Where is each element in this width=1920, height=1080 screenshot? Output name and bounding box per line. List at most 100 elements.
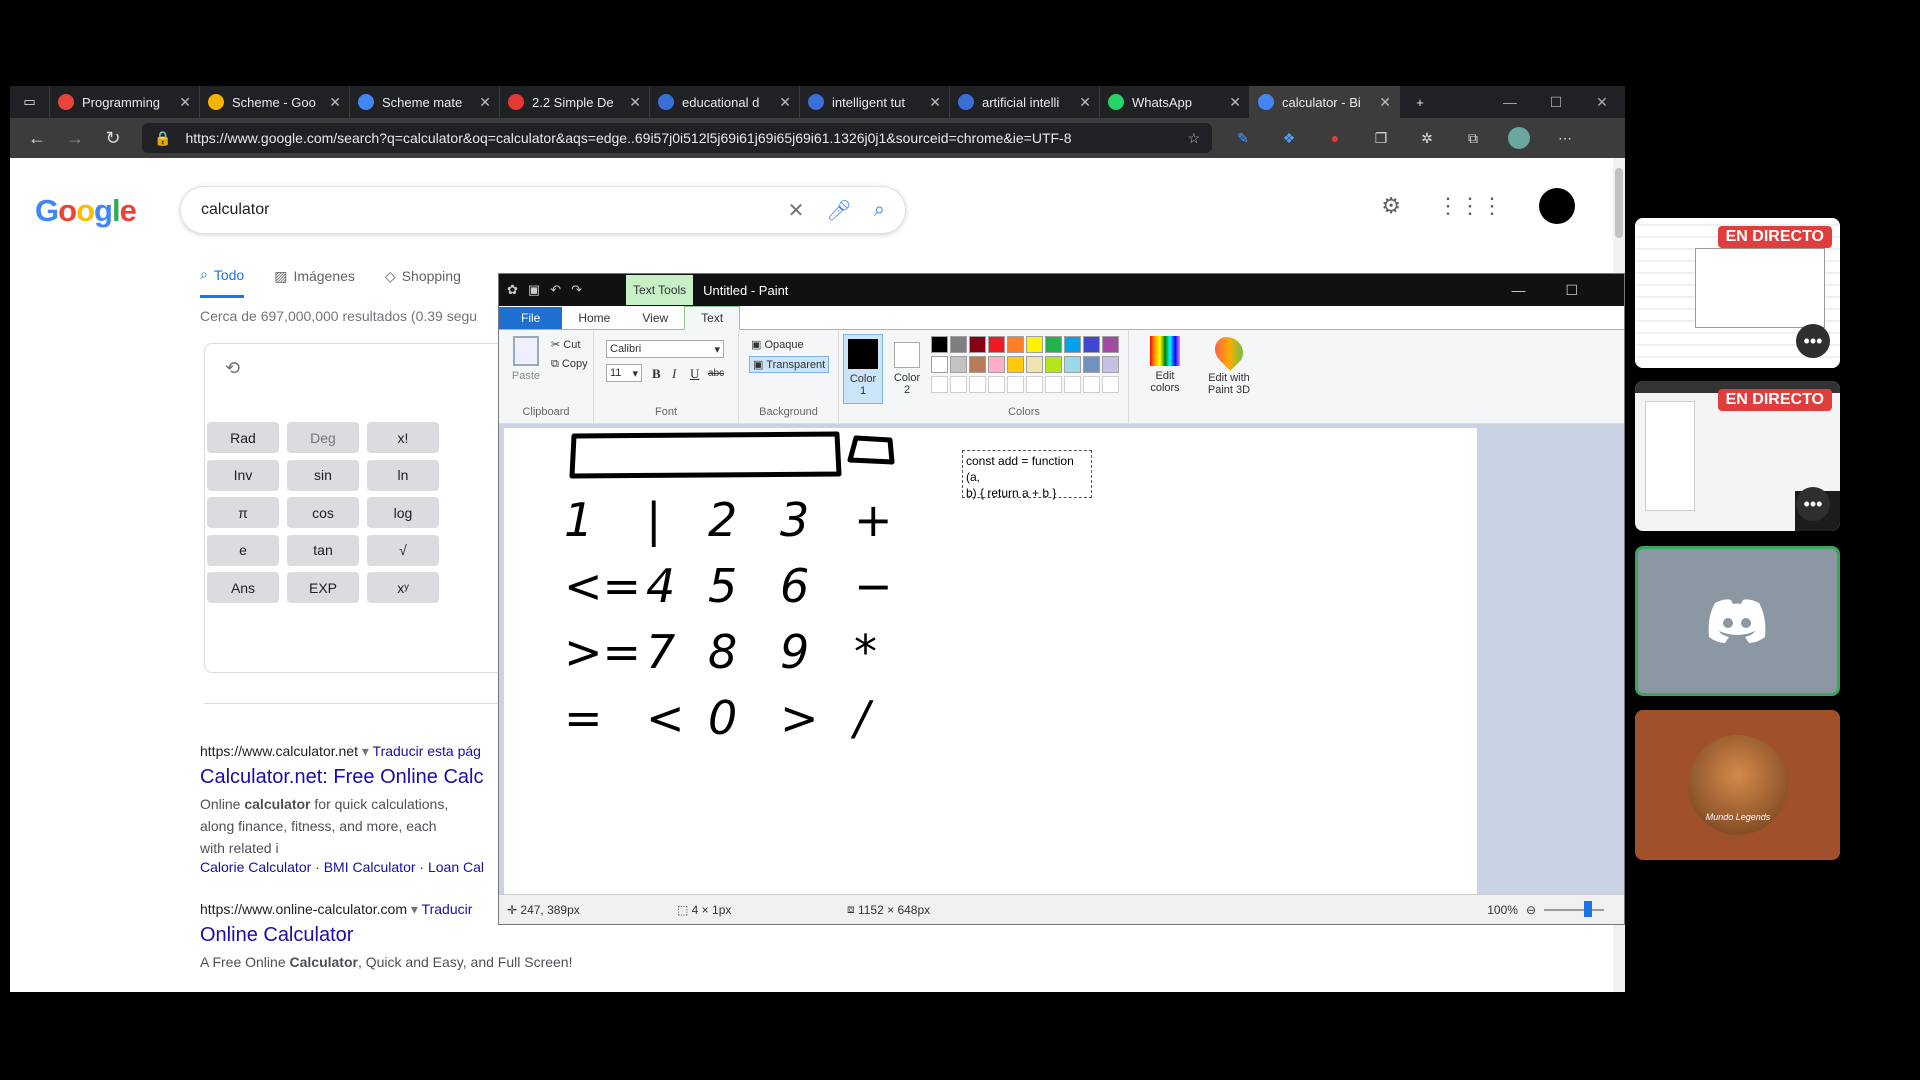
search-tab[interactable]: ▨ Imágenes <box>274 266 355 298</box>
back-icon[interactable]: ← <box>18 128 56 149</box>
edit-with-paint3d-button[interactable]: Edit with Paint 3D <box>1199 331 1259 396</box>
browser-tab[interactable]: Programming ✕ <box>50 86 200 118</box>
gear-icon[interactable]: ⚙ <box>1381 193 1401 219</box>
palette-swatch[interactable] <box>1064 376 1081 393</box>
extension-icon[interactable]: ● <box>1320 128 1350 148</box>
paint-app-icon[interactable]: ✿ <box>507 282 518 298</box>
paste-button[interactable]: Paste <box>509 336 543 382</box>
palette-swatch[interactable] <box>931 356 948 373</box>
palette-swatch[interactable] <box>988 336 1005 353</box>
reload-icon[interactable]: ↻ <box>94 128 132 149</box>
calculator-key[interactable]: EXP <box>287 572 359 603</box>
collections-icon[interactable]: ❐ <box>1366 128 1396 148</box>
palette-swatch[interactable] <box>1007 376 1024 393</box>
palette-swatch[interactable] <box>1007 336 1024 353</box>
tab-actions-icon[interactable]: ▭ <box>10 86 50 118</box>
font-family-select[interactable]: Calibri ▾ <box>606 340 724 358</box>
extension-icon[interactable]: ✎ <box>1228 128 1258 148</box>
more-menu-icon[interactable]: ⋯ <box>1550 128 1580 148</box>
palette-swatch[interactable] <box>1102 376 1119 393</box>
strikethrough-button[interactable]: abc <box>708 368 724 379</box>
zoom-out-icon[interactable]: ⊖ <box>1526 903 1536 917</box>
calculator-key[interactable]: x! <box>367 422 439 453</box>
calculator-key[interactable]: π <box>207 497 279 528</box>
participant-tile-screen[interactable]: EN DIRECTO ••• <box>1635 381 1840 531</box>
palette-swatch[interactable] <box>931 376 948 393</box>
palette-swatch[interactable] <box>969 376 986 393</box>
close-tab-icon[interactable]: ✕ <box>479 94 491 111</box>
palette-swatch[interactable] <box>988 356 1005 373</box>
close-tab-icon[interactable]: ✕ <box>779 94 791 111</box>
close-window-button[interactable]: ✕ <box>1579 94 1625 111</box>
palette-swatch[interactable] <box>1045 356 1062 373</box>
calculator-key[interactable]: cos <box>287 497 359 528</box>
calculator-key[interactable]: Inv <box>207 459 279 491</box>
minimize-button[interactable]: — <box>1487 94 1533 111</box>
paint-window-controls[interactable]: —☐ <box>1511 282 1618 299</box>
participant-tile-discord[interactable] <box>1635 546 1840 696</box>
search-box[interactable]: calculator ✕ 🎤︎ ⌕ <box>180 186 906 234</box>
palette-swatch[interactable] <box>1083 356 1100 373</box>
zoom-slider[interactable] <box>1544 900 1604 917</box>
search-input[interactable]: calculator <box>201 201 766 219</box>
browser-tab[interactable]: Scheme - Goo ✕ <box>200 86 350 118</box>
close-tab-icon[interactable]: ✕ <box>929 94 941 111</box>
history-icon[interactable]: ⟲ <box>225 358 240 379</box>
palette-swatch[interactable] <box>1026 376 1043 393</box>
google-logo[interactable]: Google <box>35 193 137 229</box>
extensions-puzzle-icon[interactable]: ✲ <box>1412 128 1442 148</box>
tab-file[interactable]: File <box>499 307 563 329</box>
participant-tile-screen[interactable]: EN DIRECTO ••• <box>1635 218 1840 368</box>
extension-icon[interactable]: ❖ <box>1274 128 1304 148</box>
palette-swatch[interactable] <box>1026 336 1043 353</box>
clear-icon[interactable]: ✕ <box>788 198 805 223</box>
participant-tile-avatar[interactable]: Mundo Legends <box>1635 710 1840 860</box>
profile-avatar[interactable] <box>1504 127 1534 149</box>
calculator-key[interactable]: xʸ <box>367 572 439 603</box>
palette-swatch[interactable] <box>950 376 967 393</box>
save-icon[interactable]: ▣ <box>528 282 540 298</box>
redo-icon[interactable]: ↷ <box>571 282 582 298</box>
palette-swatch[interactable] <box>988 376 1005 393</box>
palette-swatch[interactable] <box>931 336 948 353</box>
browser-tab[interactable]: educational d ✕ <box>650 86 800 118</box>
palette-swatch[interactable] <box>1064 356 1081 373</box>
calculator-key[interactable]: Deg <box>287 422 359 453</box>
opaque-option[interactable]: ▣ Opaque <box>751 338 804 351</box>
calculator-key[interactable]: log <box>367 497 439 528</box>
palette-swatch[interactable] <box>1045 336 1062 353</box>
color1-button[interactable]: Color 1 <box>843 334 883 404</box>
palette-swatch[interactable] <box>1102 336 1119 353</box>
close-tab-icon[interactable]: ✕ <box>629 94 641 111</box>
calculator-key[interactable]: e <box>207 534 279 566</box>
canvas-text-box[interactable]: const add = function (a, b) { return a +… <box>962 450 1092 500</box>
result-sitelinks[interactable]: Calorie Calculator · BMI Calculator · Lo… <box>200 859 484 875</box>
cut-button[interactable]: ✂ Cut <box>551 338 580 351</box>
favorite-icon[interactable]: ☆ <box>1187 130 1200 147</box>
calculator-key[interactable]: √ <box>367 534 439 566</box>
close-tab-icon[interactable]: ✕ <box>1079 94 1091 111</box>
account-avatar[interactable] <box>1539 188 1575 224</box>
palette-swatch[interactable] <box>1026 356 1043 373</box>
close-tab-icon[interactable]: ✕ <box>1379 94 1391 111</box>
palette-swatch[interactable] <box>1064 336 1081 353</box>
new-tab-button[interactable]: + <box>1400 86 1440 118</box>
calculator-key[interactable]: Ans <box>207 572 279 603</box>
palette-swatch[interactable] <box>950 356 967 373</box>
palette-swatch[interactable] <box>1083 376 1100 393</box>
font-size-select[interactable]: 11 ▾ <box>606 364 642 382</box>
copy-button[interactable]: ⧉ Copy <box>551 358 588 371</box>
transparent-option[interactable]: ▣ Transparent <box>749 356 830 373</box>
browser-tab[interactable]: Scheme mate ✕ <box>350 86 500 118</box>
calculator-key[interactable]: ln <box>367 459 439 491</box>
italic-button[interactable]: I <box>672 366 676 382</box>
palette-swatch[interactable] <box>1045 376 1062 393</box>
calculator-key[interactable]: sin <box>287 459 359 491</box>
microphone-icon[interactable]: 🎤︎ <box>826 198 851 223</box>
calculator-key[interactable]: Rad <box>207 422 279 453</box>
close-tab-icon[interactable]: ✕ <box>179 94 191 111</box>
calculator-key[interactable]: tan <box>287 534 359 566</box>
result-cite[interactable]: https://www.calculator.net ▾ Traducir es… <box>200 743 484 760</box>
color2-button[interactable]: Color 2 <box>887 334 927 404</box>
url-bar[interactable]: 🔒 https://www.google.com/search?q=calcul… <box>142 123 1212 153</box>
